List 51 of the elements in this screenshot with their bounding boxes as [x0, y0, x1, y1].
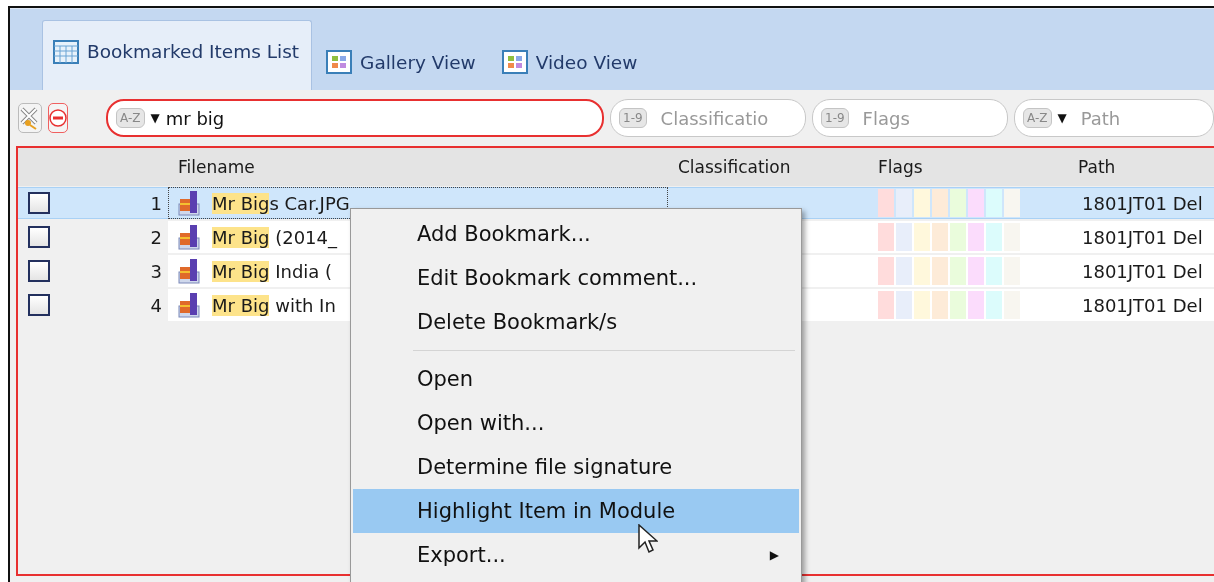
grid-icon — [326, 50, 353, 74]
menu-item[interactable]: Add Bookmark... — [353, 212, 799, 256]
menu-item[interactable]: Determine file signature — [353, 445, 799, 489]
mouse-pointer-icon — [638, 524, 658, 554]
filter-field[interactable]: A-Z ▼ Path — [1014, 99, 1214, 137]
filename: Mr Big with In — [212, 294, 336, 316]
tab[interactable]: Video View — [491, 22, 650, 90]
image-file-icon — [178, 258, 200, 284]
row-number: 3 — [150, 260, 162, 282]
row-number: 4 — [150, 294, 162, 316]
table-icon — [53, 39, 79, 64]
clear-filter-button[interactable] — [18, 103, 42, 133]
filename: Mr Bigs Car.JPG — [212, 192, 350, 214]
filter-placeholder: Flags — [862, 107, 910, 129]
checkbox[interactable] — [28, 260, 50, 282]
image-file-icon — [178, 224, 200, 250]
submenu-arrow: ▶ — [769, 548, 779, 562]
menu-item[interactable]: Open with... — [353, 401, 799, 445]
row-number: 1 — [150, 192, 162, 214]
menu-item[interactable]: Edit Bookmark comment... — [353, 256, 799, 300]
menu-item[interactable]: Highlight Item in Module — [353, 489, 799, 533]
checkbox[interactable] — [28, 294, 50, 316]
column-header[interactable]: Filename — [168, 157, 668, 177]
filename: Mr Big India ( — [212, 260, 333, 282]
path-text: 1801JT01 Del — [1082, 192, 1203, 214]
checkbox[interactable] — [28, 192, 50, 214]
filter-value: mr big — [165, 107, 225, 129]
menu-item[interactable]: Open — [353, 357, 799, 401]
menu-item[interactable]: Delete Bookmark/s — [353, 300, 799, 344]
caret-icon[interactable]: ▼ — [1057, 111, 1067, 125]
grid-icon — [501, 50, 528, 74]
column-header[interactable]: Classification — [668, 157, 868, 177]
menu-item[interactable]: Export... ▶ — [353, 533, 799, 577]
menu-label: Export... — [417, 543, 506, 567]
path-text: 1801JT01 Del — [1082, 294, 1203, 316]
remove-button[interactable] — [48, 103, 68, 133]
tab[interactable]: Gallery View — [316, 22, 488, 90]
image-file-icon — [178, 292, 200, 318]
path-text: 1801JT01 Del — [1082, 226, 1203, 248]
filter-placeholder: Classificatio — [660, 107, 769, 129]
tab[interactable]: Bookmarked Items List — [42, 20, 313, 90]
filter-placeholder: Path — [1080, 107, 1121, 129]
row-number: 2 — [150, 226, 162, 248]
filter-field[interactable]: A-Z ▼ mr big — [106, 99, 604, 137]
filename: Mr Big (2014_ — [212, 226, 337, 248]
image-file-icon — [178, 190, 200, 216]
column-header[interactable]: Flags — [868, 157, 1068, 177]
checkbox[interactable] — [28, 226, 50, 248]
path-text: 1801JT01 Del — [1082, 260, 1203, 282]
column-header[interactable]: Path — [1068, 157, 1214, 177]
caret-icon[interactable]: ▼ — [150, 111, 160, 125]
